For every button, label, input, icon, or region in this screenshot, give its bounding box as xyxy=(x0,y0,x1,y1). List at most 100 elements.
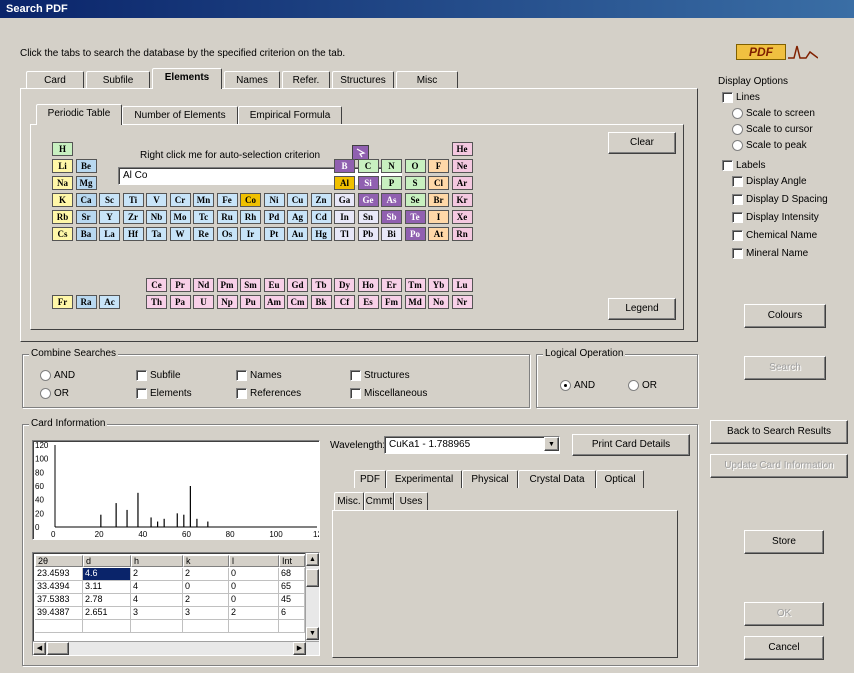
tab-refer[interactable]: Refer. xyxy=(282,71,330,88)
combine-and-radio[interactable]: AND xyxy=(40,370,75,381)
element-f[interactable]: F xyxy=(428,159,449,173)
chevron-down-icon[interactable]: ▼ xyxy=(544,437,559,451)
element-pt[interactable]: Pt xyxy=(263,227,285,241)
table-row[interactable]: 23.4593 4.6 2 2 0 68 xyxy=(33,568,305,581)
element-fm[interactable]: Fm xyxy=(381,295,402,309)
element-pb[interactable]: Pb xyxy=(357,227,379,241)
element-yb[interactable]: Yb xyxy=(428,278,449,292)
element-u[interactable]: U xyxy=(193,295,214,309)
element-ge[interactable]: Ge xyxy=(357,193,379,207)
legend-button[interactable]: Legend xyxy=(608,298,676,320)
table-cell[interactable]: 65 xyxy=(279,581,305,594)
element-nd[interactable]: Nd xyxy=(193,278,214,292)
mineral-name-checkbox[interactable]: Mineral Name xyxy=(732,248,808,259)
table-row[interactable]: 39.4387 2.651 3 3 2 6 xyxy=(33,607,305,620)
chemical-name-checkbox[interactable]: Chemical Name xyxy=(732,230,817,241)
table-cell[interactable] xyxy=(183,620,229,633)
element-fr[interactable]: Fr xyxy=(52,295,73,309)
card-tab-pdf[interactable]: PDF xyxy=(354,470,386,488)
table-cell[interactable] xyxy=(131,620,183,633)
element-br[interactable]: Br xyxy=(428,193,449,207)
element-la[interactable]: La xyxy=(99,227,120,241)
element-tm[interactable]: Tm xyxy=(404,278,426,292)
table-cell[interactable]: 3 xyxy=(131,607,183,620)
element-zn[interactable]: Zn xyxy=(310,193,332,207)
element-as[interactable]: As xyxy=(381,193,402,207)
table-cell[interactable] xyxy=(83,620,131,633)
element-ba[interactable]: Ba xyxy=(75,227,97,241)
element-bi[interactable]: Bi xyxy=(381,227,402,241)
update-card-information-button[interactable]: Update Card Information xyxy=(710,454,848,478)
scale-screen-radio[interactable]: Scale to screen xyxy=(732,108,815,119)
table-cell[interactable]: 37.5383 xyxy=(35,594,83,607)
element-o[interactable]: O xyxy=(404,159,426,173)
scroll-up-arrow-icon[interactable]: ▲ xyxy=(306,553,319,566)
element-np[interactable]: Np xyxy=(216,295,238,309)
element-cs[interactable]: Cs xyxy=(52,227,73,241)
scroll-down-arrow-icon[interactable]: ▼ xyxy=(306,627,319,640)
element-mo[interactable]: Mo xyxy=(169,210,191,224)
element-n[interactable]: N xyxy=(381,159,402,173)
element-s[interactable]: S xyxy=(404,176,426,190)
combine-elements-checkbox[interactable]: Elements xyxy=(136,388,192,399)
ok-button[interactable]: OK xyxy=(744,602,824,626)
store-button[interactable]: Store xyxy=(744,530,824,554)
element-hg[interactable]: Hg xyxy=(310,227,332,241)
vertical-scroll-thumb[interactable] xyxy=(306,569,319,587)
combine-misc-checkbox[interactable]: Miscellaneous xyxy=(350,388,427,399)
display-angle-checkbox[interactable]: Display Angle xyxy=(732,176,807,187)
element-kr[interactable]: Kr xyxy=(451,193,473,207)
element-k[interactable]: K xyxy=(52,193,73,207)
element-dy[interactable]: Dy xyxy=(334,278,355,292)
combine-structures-checkbox[interactable]: Structures xyxy=(350,370,410,381)
search-button[interactable]: Search xyxy=(744,356,826,380)
element-tb[interactable]: Tb xyxy=(310,278,332,292)
element-cl[interactable]: Cl xyxy=(428,176,449,190)
element-zr[interactable]: Zr xyxy=(122,210,144,224)
auto-selection-icon[interactable] xyxy=(352,145,369,160)
element-hf[interactable]: Hf xyxy=(122,227,144,241)
tab-subfile[interactable]: Subfile xyxy=(86,71,150,88)
table-cell[interactable]: 0 xyxy=(229,568,279,581)
element-ta[interactable]: Ta xyxy=(146,227,167,241)
element-ni[interactable]: Ni xyxy=(263,193,285,207)
element-i[interactable]: I xyxy=(428,210,449,224)
element-cu[interactable]: Cu xyxy=(287,193,308,207)
table-row[interactable]: 33.4394 3.11 4 0 0 65 xyxy=(33,581,305,594)
element-bk[interactable]: Bk xyxy=(310,295,332,309)
subtab-periodic-table[interactable]: Periodic Table xyxy=(36,104,122,125)
element-th[interactable]: Th xyxy=(146,295,167,309)
card-tab-cmmt[interactable]: Cmmt xyxy=(364,492,394,510)
element-ne[interactable]: Ne xyxy=(451,159,473,173)
combine-subfile-checkbox[interactable]: Subfile xyxy=(136,370,181,381)
element-ho[interactable]: Ho xyxy=(357,278,379,292)
table-cell[interactable]: 4 xyxy=(131,594,183,607)
wavelength-select[interactable]: CuKa1 - 1.788965 ▼ xyxy=(384,436,560,454)
element-eu[interactable]: Eu xyxy=(263,278,285,292)
element-gd[interactable]: Gd xyxy=(287,278,308,292)
table-cell[interactable]: 4.6 xyxy=(83,568,131,581)
element-se[interactable]: Se xyxy=(404,193,426,207)
table-row[interactable]: 37.5383 2.78 4 2 0 45 xyxy=(33,594,305,607)
element-nr[interactable]: Nr xyxy=(451,295,473,309)
element-mn[interactable]: Mn xyxy=(193,193,214,207)
table-cell[interactable]: 0 xyxy=(229,594,279,607)
element-tc[interactable]: Tc xyxy=(193,210,214,224)
labels-checkbox[interactable]: Labels xyxy=(722,160,765,171)
element-p[interactable]: P xyxy=(381,176,402,190)
table-cell[interactable]: 39.4387 xyxy=(35,607,83,620)
element-be[interactable]: Be xyxy=(75,159,97,173)
element-tl[interactable]: Tl xyxy=(334,227,355,241)
element-cd[interactable]: Cd xyxy=(310,210,332,224)
element-v[interactable]: V xyxy=(146,193,167,207)
table-cell[interactable]: 33.4394 xyxy=(35,581,83,594)
element-ra[interactable]: Ra xyxy=(75,295,97,309)
table-cell[interactable]: 2 xyxy=(131,568,183,581)
element-sr[interactable]: Sr xyxy=(75,210,97,224)
element-rb[interactable]: Rb xyxy=(52,210,73,224)
element-es[interactable]: Es xyxy=(357,295,379,309)
element-sn[interactable]: Sn xyxy=(357,210,379,224)
element-xe[interactable]: Xe xyxy=(451,210,473,224)
table-cell[interactable]: 2.78 xyxy=(83,594,131,607)
element-sm[interactable]: Sm xyxy=(240,278,261,292)
